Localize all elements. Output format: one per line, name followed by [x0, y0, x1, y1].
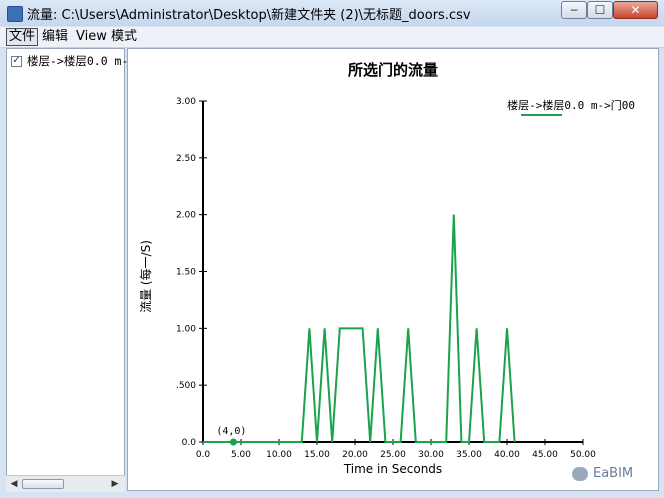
data-point-marker	[229, 438, 237, 446]
app-window: 流量: C:\Users\Administrator\Desktop\新建文件夹…	[0, 0, 664, 498]
wechat-logo-icon	[572, 466, 588, 481]
y-tick-label: 1.00	[176, 324, 196, 334]
scroll-thumb[interactable]	[22, 479, 64, 489]
scroll-left-icon[interactable]: ◀	[8, 478, 20, 490]
y-tick-label: 2.50	[176, 154, 196, 164]
y-tick-label: 0.0	[182, 438, 197, 448]
x-tick-label: 30.00	[418, 450, 444, 460]
scroll-right-icon[interactable]: ▶	[109, 478, 121, 490]
y-tick-label: 3.00	[176, 97, 196, 107]
minimize-icon: ─	[570, 3, 578, 17]
title-bar[interactable]: 流量: C:\Users\Administrator\Desktop\新建文件夹…	[0, 0, 664, 26]
menu-edit[interactable]: 编辑	[40, 29, 70, 45]
minimize-button[interactable]: ─	[561, 1, 587, 19]
horizontal-scrollbar[interactable]: ◀ ▶	[6, 475, 125, 492]
x-tick-label: 20.00	[342, 450, 368, 460]
door-tree-panel: ✓ 楼层->楼层0.0 m->	[6, 48, 135, 491]
tree-item-door[interactable]: ✓ 楼层->楼层0.0 m->	[11, 54, 135, 68]
window-title: 流量: C:\Users\Administrator\Desktop\新建文件夹…	[27, 8, 471, 23]
x-tick-label: 15.00	[304, 450, 330, 460]
maximize-icon: ☐	[594, 3, 606, 17]
legend-label: 楼层->楼层0.0 m->门00	[507, 98, 635, 112]
flow-chart: 所选门的流量 0.0 5.00 10.00 15.00 20.00 25.00 30.00 35…	[138, 61, 635, 476]
menu-file[interactable]: 文件	[6, 28, 39, 46]
door-checkbox[interactable]: ✓	[11, 55, 22, 67]
app-icon	[7, 6, 23, 22]
x-tick-label: 0.0	[196, 450, 211, 460]
menu-mode[interactable]: 模式	[109, 29, 139, 45]
x-tick-label: 25.00	[380, 450, 406, 460]
chart-panel: 所选门的流量 0.0 5.00 10.00 15.00 20.00 25.00 30.00 35…	[127, 48, 659, 491]
x-tick-label: 50.00	[570, 450, 596, 460]
x-axis-label: Time in Seconds	[343, 462, 442, 476]
watermark: EaBIM	[572, 466, 633, 481]
close-icon: ✕	[630, 3, 641, 17]
chart-title: 所选门的流量	[348, 61, 438, 79]
menu-view[interactable]: View	[74, 29, 109, 45]
x-tick-label: 35.00	[456, 450, 482, 460]
checkmark-icon: ✓	[12, 55, 21, 66]
y-axis-label: 流量 (每一/S)	[138, 240, 153, 313]
maximize-button[interactable]: ☐	[587, 1, 613, 19]
watermark-text: EaBIM	[593, 466, 634, 481]
y-tick-label: 2.00	[176, 211, 196, 221]
x-tick-label: 10.00	[266, 450, 292, 460]
menu-bar: 文件 编辑 View 模式	[0, 27, 664, 48]
x-tick-label: 45.00	[532, 450, 558, 460]
y-tick-label: .500	[176, 381, 196, 391]
x-tick-label: 40.00	[494, 450, 520, 460]
close-button[interactable]: ✕	[613, 1, 658, 19]
x-tick-label: 5.00	[231, 450, 251, 460]
series-line	[203, 214, 516, 443]
point-annotation: (4,0)	[216, 426, 246, 437]
y-tick-label: 1.50	[176, 268, 196, 278]
tree-item-label: 楼层->楼层0.0 m->	[27, 54, 136, 68]
